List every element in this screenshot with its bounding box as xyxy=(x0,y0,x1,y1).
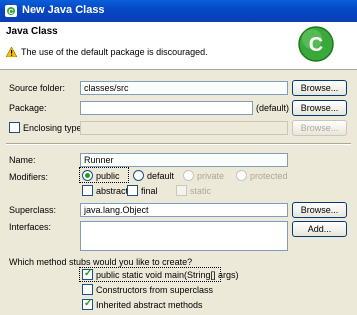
constructors-stub-checkbox[interactable] xyxy=(82,284,93,295)
warning-text: The use of the default package is discou… xyxy=(21,47,208,57)
check-mark-icon: ✓ xyxy=(84,298,93,309)
package-browse-button[interactable]: Browse... xyxy=(292,100,347,116)
private-radio xyxy=(183,170,194,181)
package-default-hint: (default) xyxy=(256,103,290,113)
inherited-stub-label: Inherited abstract methods xyxy=(96,300,203,310)
banner-heading: Java Class xyxy=(6,26,58,37)
svg-text:C: C xyxy=(8,9,13,16)
protected-radio-label: protected xyxy=(250,171,288,181)
default-radio[interactable] xyxy=(133,170,144,181)
radio-selected-dot xyxy=(85,173,90,178)
enclosing-type-input xyxy=(80,121,288,135)
constructors-stub-label: Constructors from superclass xyxy=(96,285,214,295)
private-radio-label: private xyxy=(197,171,225,181)
enclosing-type-browse-button: Browse... xyxy=(292,120,347,136)
package-label: Package: xyxy=(9,103,47,113)
superclass-input[interactable]: java.lang.Object xyxy=(80,203,288,217)
window-title: New Java Class xyxy=(22,4,105,16)
source-folder-input[interactable]: classes/src xyxy=(80,81,288,95)
inherited-stub-checkbox[interactable]: ✓ xyxy=(82,298,93,310)
public-radio[interactable] xyxy=(82,170,93,181)
abstract-checkbox[interactable] xyxy=(82,185,93,196)
class-name-input[interactable]: Runner xyxy=(80,153,288,167)
package-input[interactable] xyxy=(80,101,253,115)
main-stub-label: public static void main(String[] args) xyxy=(96,270,239,280)
final-checkbox[interactable] xyxy=(127,185,138,196)
wizard-banner: Java Class The use of the default packag… xyxy=(0,22,357,70)
interfaces-label: Interfaces: xyxy=(9,222,52,232)
main-stub-checkbox[interactable]: ✓ xyxy=(82,268,93,280)
warning-triangle-icon xyxy=(6,47,17,57)
protected-radio xyxy=(236,170,247,181)
source-folder-label: Source folder: xyxy=(9,83,66,93)
interfaces-button-gap xyxy=(292,240,347,251)
default-radio-label: default xyxy=(147,171,175,181)
enclosing-type-label: Enclosing type: xyxy=(23,123,85,133)
warning-message: The use of the default package is discou… xyxy=(6,45,208,59)
interfaces-add-button[interactable]: Add... xyxy=(292,221,347,237)
modifiers-label: Modifiers: xyxy=(9,172,49,182)
eclipse-class-c-logo: C xyxy=(298,26,334,62)
svg-text:C: C xyxy=(309,34,323,56)
static-checkbox-label: static xyxy=(190,186,212,196)
name-label: Name: xyxy=(9,155,36,165)
final-checkbox-label: final xyxy=(141,186,158,196)
superclass-browse-button[interactable]: Browse... xyxy=(292,202,347,218)
java-class-wizard-icon: C xyxy=(5,5,17,17)
abstract-checkbox-label: abstract xyxy=(96,186,129,196)
interfaces-list[interactable] xyxy=(80,221,288,251)
check-mark-icon: ✓ xyxy=(84,268,93,279)
public-radio-label: public xyxy=(96,171,120,181)
enclosing-type-checkbox[interactable] xyxy=(9,122,20,133)
superclass-label: Superclass: xyxy=(9,205,57,215)
title-bar: C New Java Class xyxy=(0,0,357,22)
static-checkbox xyxy=(176,185,187,196)
divider-highlight xyxy=(6,144,351,145)
source-folder-browse-button[interactable]: Browse... xyxy=(292,80,347,96)
stubs-question: Which method stubs would you like to cre… xyxy=(9,257,193,267)
